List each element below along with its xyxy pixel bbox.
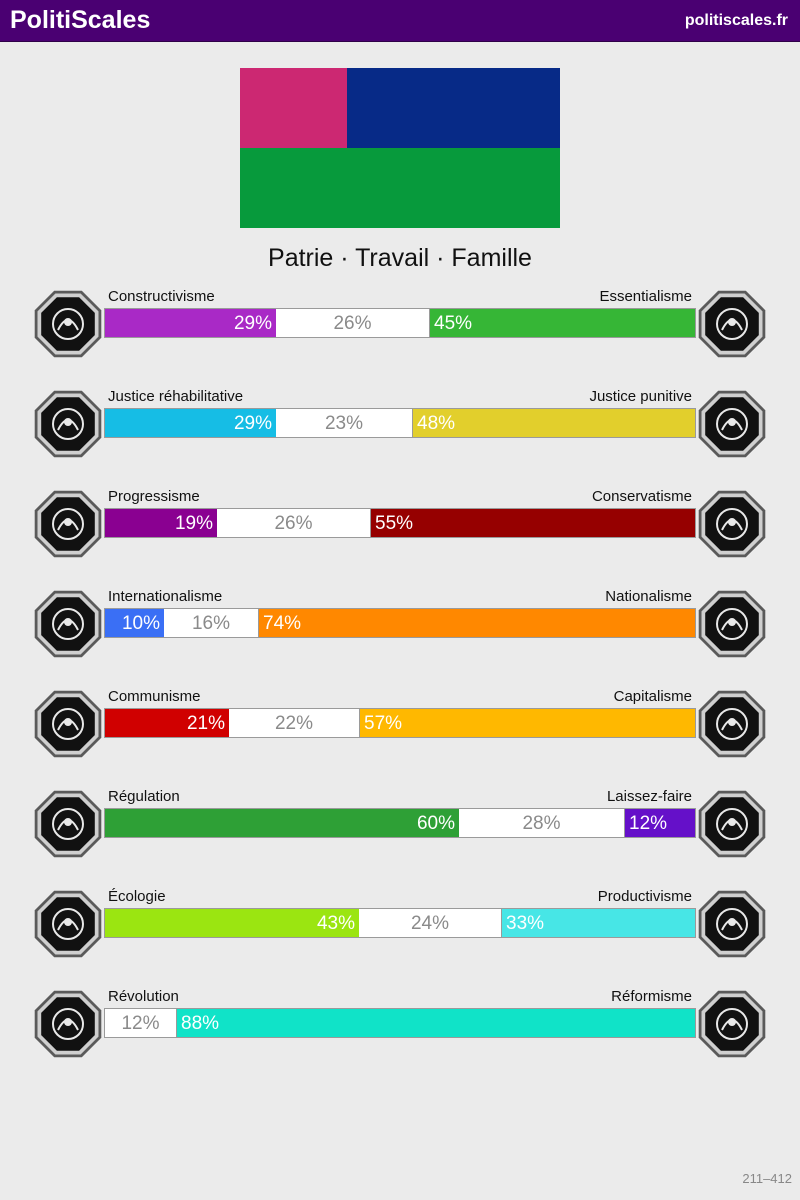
axis-right-segment: 88% xyxy=(176,1009,695,1037)
axis-economy: Communisme Capitalisme 21% 22% 57% xyxy=(0,688,800,768)
axis-nation: Internationalisme Nationalisme 10% 16% 74% xyxy=(0,588,800,668)
axis-left-segment: 21% xyxy=(105,709,229,737)
axis-neutral-segment: 23% xyxy=(276,409,412,437)
axis-right-label: Productivisme xyxy=(597,888,692,905)
prison-bars-icon xyxy=(696,388,768,460)
axis-right-segment: 12% xyxy=(624,809,695,837)
axis-ecology: Écologie Productivisme 43% 24% 33% xyxy=(0,888,800,968)
axis-market: Régulation Laissez-faire 60% 28% 12% xyxy=(0,788,800,868)
gear-icon xyxy=(696,888,768,960)
axis-constructivism: Constructivisme Essentialisme 29% 26% 45% xyxy=(0,288,800,368)
axis-left-segment: 10% xyxy=(105,609,164,637)
flag-icon xyxy=(696,588,768,660)
axis-bar: 19% 26% 55% xyxy=(104,508,696,538)
result-flag xyxy=(240,68,560,228)
axis-neutral-segment: 16% xyxy=(164,609,258,637)
axis-right-label: Nationalisme xyxy=(605,588,692,605)
site-link[interactable]: politiscales.fr xyxy=(685,12,788,30)
flag-canton xyxy=(240,68,347,148)
eye-icon xyxy=(32,288,104,360)
axis-bar: 29% 23% 48% xyxy=(104,408,696,438)
axis-bar: 29% 26% 45% xyxy=(104,308,696,338)
axis-justice: Justice réhabilitative Justice punitive 29… xyxy=(0,388,800,468)
axis-bar: 60% 28% 12% xyxy=(104,808,696,838)
axis-right-segment: 33% xyxy=(501,909,695,937)
money-bag-icon xyxy=(696,688,768,760)
axis-right-segment: 74% xyxy=(258,609,695,637)
axis-left-segment: 29% xyxy=(105,309,276,337)
butterfly-icon xyxy=(696,788,768,860)
axis-neutral-segment: 26% xyxy=(276,309,429,337)
axis-neutral-segment: 24% xyxy=(359,909,501,937)
axis-neutral-segment: 28% xyxy=(459,809,624,837)
footer-code: 211–412 xyxy=(742,1171,792,1186)
quill-icon xyxy=(696,488,768,560)
axis-left-label: Internationalisme xyxy=(108,588,223,605)
top-bar: PolitiScales politiscales.fr xyxy=(0,0,800,42)
axis-left-label: Constructivisme xyxy=(108,288,215,305)
parliament-icon xyxy=(696,988,768,1060)
axis-neutral-segment: 26% xyxy=(217,509,370,537)
axis-bar: 12% 88% xyxy=(104,1008,696,1038)
globe-icon xyxy=(32,588,104,660)
axis-method: Révolution Réformisme 12% 88% xyxy=(0,988,800,1068)
fist-icon xyxy=(32,988,104,1060)
axis-progress: Progressisme Conservatisme 19% 26% 55% xyxy=(0,488,800,568)
axis-bar: 10% 16% 74% xyxy=(104,608,696,638)
axis-right-label: Justice punitive xyxy=(589,388,692,405)
axis-right-label: Réformisme xyxy=(611,988,692,1005)
axis-left-label: Régulation xyxy=(108,788,180,805)
flag-bottom-band xyxy=(240,148,560,228)
dna-flower-icon xyxy=(696,288,768,360)
axis-bar: 43% 24% 33% xyxy=(104,908,696,938)
axis-left-segment: 29% xyxy=(105,409,276,437)
axis-right-segment: 57% xyxy=(359,709,695,737)
axis-neutral-segment: 22% xyxy=(229,709,359,737)
ruler-icon xyxy=(32,788,104,860)
axis-bar: 21% 22% 57% xyxy=(104,708,696,738)
slogan: Patrie · Travail · Famille xyxy=(268,244,532,272)
sprout-icon xyxy=(32,888,104,960)
axis-neutral-segment: 12% xyxy=(105,1009,176,1037)
axis-right-segment: 48% xyxy=(412,409,695,437)
axis-left-segment: 60% xyxy=(105,809,459,837)
axis-right-label: Laissez-faire xyxy=(606,788,692,805)
axis-right-segment: 55% xyxy=(370,509,695,537)
axis-right-label: Essentialisme xyxy=(599,288,692,305)
brand-logo[interactable]: PolitiScales xyxy=(10,6,150,35)
flag-top-band xyxy=(347,68,560,148)
axis-right-label: Conservatisme xyxy=(591,488,692,505)
axis-left-segment: 43% xyxy=(105,909,359,937)
axis-right-label: Capitalisme xyxy=(613,688,692,705)
axis-left-label: Écologie xyxy=(108,888,166,905)
handshake-icon xyxy=(32,388,104,460)
axis-left-label: Progressisme xyxy=(108,488,200,505)
rocket-icon xyxy=(32,488,104,560)
axis-left-label: Révolution xyxy=(108,988,179,1005)
hammer-sickle-icon xyxy=(32,688,104,760)
axis-left-label: Communisme xyxy=(108,688,201,705)
axis-right-segment: 45% xyxy=(429,309,695,337)
axis-left-segment: 19% xyxy=(105,509,217,537)
axis-left-label: Justice réhabilitative xyxy=(108,388,244,405)
